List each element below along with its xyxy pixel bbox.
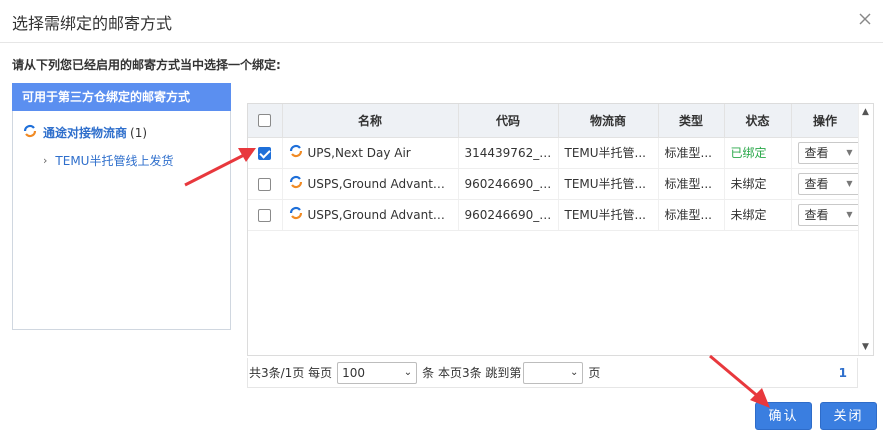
table-row[interactable]: USPS,Ground Advantage... 960246690_355..… (248, 199, 860, 231)
table-row[interactable]: USPS,Ground Advantage... 960246690_287..… (248, 168, 860, 200)
row-name: USPS,Ground Advantage... (307, 176, 452, 191)
vertical-scrollbar[interactable]: ▲ ▼ (858, 104, 873, 355)
close-button[interactable]: 关闭 (820, 402, 877, 430)
table-row[interactable]: UPS,Next Day Air 314439762_259... TEMU半托… (248, 137, 860, 169)
page-size-select[interactable]: 100 ⌄ (337, 361, 418, 384)
col-header-type: 类型 (658, 104, 725, 138)
shipping-method-table: 名称 代码 物流商 类型 状态 操作 UPS,Next Day Air 3144… (248, 104, 860, 231)
row-type: 标准型... (658, 137, 725, 169)
col-header-carrier: 物流商 (558, 104, 659, 138)
col-header-status: 状态 (724, 104, 792, 138)
carrier-tree-panel: 可用于第三方仓绑定的邮寄方式 通途对接物流商 (1) › TEMU半托管线上发货 (12, 83, 231, 330)
caret-down-icon: ▼ (846, 148, 853, 157)
view-action-label: 查看 (804, 146, 829, 160)
row-code: 960246690_287... (458, 168, 559, 200)
row-status: 未绑定 (724, 168, 792, 200)
refresh-logo-icon (289, 206, 303, 223)
pagination-bar: 共3条/1页 每页 100 ⌄ 条 本页3条 跳到第 ⌄ 页 1 (247, 358, 858, 388)
refresh-logo-icon (289, 144, 303, 161)
jump-page-select[interactable]: ⌄ (523, 361, 584, 384)
view-action-label: 查看 (804, 177, 829, 191)
row-checkbox-cell[interactable] (248, 199, 283, 231)
caret-down-icon: ▼ (846, 179, 853, 188)
row-carrier: TEMU半托管... (558, 168, 659, 200)
bind-shipping-dialog: 选择需绑定的邮寄方式 请从下列您已经启用的邮寄方式当中选择一个绑定: 可用于第三… (0, 0, 883, 437)
table-header-row: 名称 代码 物流商 类型 状态 操作 (248, 104, 860, 138)
confirm-button[interactable]: 确认 (755, 402, 812, 430)
row-checkbox-cell[interactable] (248, 137, 283, 169)
row-code: 314439762_259... (458, 137, 559, 169)
view-action-select[interactable]: 查看 ▼ (797, 172, 858, 195)
col-header-code: 代码 (458, 104, 559, 138)
row-type: 标准型... (658, 199, 725, 231)
row-checkbox-cell[interactable] (248, 168, 283, 200)
tree-group-label: 通途对接物流商 (43, 126, 128, 140)
col-header-name: 名称 (282, 104, 459, 138)
tree-item-temu[interactable]: › TEMU半托管线上发货 (43, 152, 173, 169)
col-header-action: 操作 (791, 104, 860, 138)
pager-summary: 共3条/1页 每页 (249, 366, 333, 380)
refresh-logo-icon (289, 175, 303, 192)
pager-mid-text: 条 本页3条 跳到第 (422, 366, 522, 380)
view-action-label: 查看 (804, 208, 829, 222)
row-status: 已绑定 (724, 137, 792, 169)
row-name: USPS,Ground Advantage... (307, 207, 452, 222)
instruction-text: 请从下列您已经启用的邮寄方式当中选择一个绑定: (12, 58, 281, 72)
scroll-up-icon[interactable]: ▲ (862, 107, 869, 117)
view-action-select[interactable]: 查看 ▼ (797, 141, 858, 164)
caret-down-icon: ▼ (846, 210, 853, 219)
chevron-down-icon: ⌄ (403, 367, 413, 378)
dialog-title: 选择需绑定的邮寄方式 (12, 14, 173, 33)
row-checkbox[interactable] (258, 177, 272, 191)
select-all-checkbox[interactable] (258, 114, 272, 128)
row-action-cell: 查看 ▼ (791, 137, 860, 169)
tree-item-label: TEMU半托管线上发货 (55, 154, 174, 168)
current-page-link[interactable]: 1 (839, 366, 847, 380)
row-name-cell: UPS,Next Day Air (282, 137, 459, 169)
select-all-cell[interactable] (248, 104, 283, 138)
row-code: 960246690_355... (458, 199, 559, 231)
row-type: 标准型... (658, 168, 725, 200)
row-status: 未绑定 (724, 199, 792, 231)
row-name-cell: USPS,Ground Advantage... (282, 199, 459, 231)
shipping-method-grid: 名称 代码 物流商 类型 状态 操作 UPS,Next Day Air 3144… (247, 103, 874, 356)
row-name-cell: USPS,Ground Advantage... (282, 168, 459, 200)
carrier-tree-title: 可用于第三方仓绑定的邮寄方式 (12, 83, 231, 111)
dialog-header: 选择需绑定的邮寄方式 (0, 0, 883, 43)
view-action-select[interactable]: 查看 ▼ (797, 203, 858, 226)
chevron-right-icon: › (43, 154, 48, 167)
row-carrier: TEMU半托管... (558, 137, 659, 169)
chevron-down-icon: ⌄ (570, 367, 579, 378)
refresh-logo-icon (23, 124, 37, 141)
row-checkbox-checked[interactable] (258, 146, 272, 160)
pager-suffix: 页 (588, 366, 601, 380)
page-size-value: 100 (342, 365, 366, 380)
tree-group-count: (1) (130, 125, 148, 140)
row-checkbox[interactable] (258, 208, 272, 222)
row-name: UPS,Next Day Air (307, 145, 411, 160)
scroll-down-icon[interactable]: ▼ (862, 342, 869, 352)
row-carrier: TEMU半托管... (558, 199, 659, 231)
close-icon[interactable] (855, 9, 875, 29)
row-action-cell: 查看 ▼ (791, 199, 860, 231)
row-action-cell: 查看 ▼ (791, 168, 860, 200)
tree-group-tongtu[interactable]: 通途对接物流商 (1) (23, 124, 147, 141)
